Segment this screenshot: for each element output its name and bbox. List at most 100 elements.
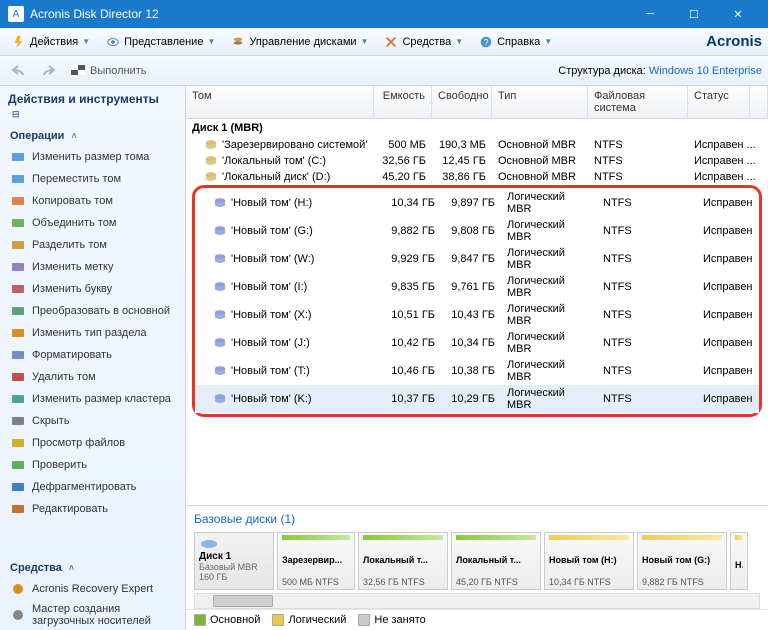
col-capacity[interactable]: Емкость <box>374 86 432 118</box>
sidebar-item-label: Изменить метку <box>32 261 113 273</box>
usage-bar <box>735 535 743 540</box>
volume-row[interactable]: 'Новый том' (W:)9,929 ГБ9,847 ГБЛогическ… <box>195 245 759 273</box>
redo-button[interactable] <box>35 59 61 83</box>
undo-icon <box>10 63 28 79</box>
sidebar-op-item[interactable]: Просмотр файлов <box>0 432 185 454</box>
sidebar-tool-item[interactable]: Acronis Recovery Expert <box>0 578 185 600</box>
col-type[interactable]: Тип <box>492 86 588 118</box>
sidebar-op-item[interactable]: Проверить <box>0 454 185 476</box>
close-button[interactable]: ✕ <box>716 0 760 28</box>
undo-button[interactable] <box>6 59 32 83</box>
volume-name: 'Новый том' (J:) <box>231 337 310 349</box>
disk-partition[interactable]: Новый том (H:)10,34 ГБ NTFS <box>544 532 634 590</box>
disk-partition[interactable]: Н... <box>730 532 748 590</box>
volume-status: Исправен <box>697 280 759 294</box>
volume-capacity: 45,20 ГБ <box>374 170 432 184</box>
op-icon <box>10 501 26 517</box>
disk-group[interactable]: Диск 1 (MBR) <box>186 119 768 137</box>
maximize-button[interactable]: ☐ <box>672 0 716 28</box>
volume-row[interactable]: 'Локальный том' (C:)32,56 ГБ12,45 ГБОсно… <box>186 153 768 169</box>
op-icon <box>10 325 26 341</box>
col-free[interactable]: Свободно <box>432 86 492 118</box>
sidebar-item-label: Проверить <box>32 459 87 471</box>
menubar: Действия▼ Представление▼ Управление диск… <box>0 28 768 56</box>
volume-row[interactable]: 'Новый том' (G:)9,882 ГБ9,808 ГБЛогическ… <box>195 217 759 245</box>
sidebar-op-item[interactable]: Преобразовать в основной <box>0 300 185 322</box>
volume-free: 10,34 ГБ <box>441 336 501 350</box>
menu-actions[interactable]: Действия▼ <box>6 33 96 51</box>
minimize-button[interactable]: ─ <box>628 0 672 28</box>
sidebar-item-label: Скрыть <box>32 415 70 427</box>
disk-partition[interactable]: Новый том (G:)9,882 ГБ NTFS <box>637 532 727 590</box>
sidebar-op-item[interactable]: Форматировать <box>0 344 185 366</box>
op-icon <box>10 149 26 165</box>
volume-row[interactable]: 'Новый том' (X:)10,51 ГБ10,43 ГБЛогическ… <box>195 301 759 329</box>
run-button[interactable]: Выполнить <box>64 59 152 83</box>
usage-bar <box>282 535 350 540</box>
sidebar-tool-item[interactable]: Мастер создания загрузочных носителей <box>0 600 185 630</box>
horizontal-scrollbar[interactable] <box>194 593 760 609</box>
eye-icon <box>106 35 120 49</box>
volume-capacity: 10,42 ГБ <box>383 336 441 350</box>
volume-capacity: 10,37 ГБ <box>383 392 441 406</box>
disk-summary[interactable]: Диск 1Базовый MBR160 ГБ <box>194 532 274 590</box>
volume-row[interactable]: 'Новый том' (H:)10,34 ГБ9,897 ГБЛогическ… <box>195 189 759 217</box>
sidebar-op-item[interactable]: Копировать том <box>0 190 185 212</box>
sidebar-op-item[interactable]: Переместить том <box>0 168 185 190</box>
sidebar-op-item[interactable]: Скрыть <box>0 410 185 432</box>
sidebar-op-item[interactable]: Изменить метку <box>0 256 185 278</box>
menu-label: Действия <box>30 36 78 48</box>
sidebar-op-item[interactable]: Изменить букву <box>0 278 185 300</box>
sidebar-op-item[interactable]: Дефрагментировать <box>0 476 185 498</box>
partition-name: Локальный т... <box>456 555 536 565</box>
volume-row[interactable]: 'Новый том' (I:)9,835 ГБ9,761 ГБЛогическ… <box>195 273 759 301</box>
volume-row[interactable]: 'Новый том' (J:)10,42 ГБ10,34 ГБЛогическ… <box>195 329 759 357</box>
menu-help[interactable]: ? Справка▼ <box>473 33 558 51</box>
volume-row[interactable]: 'Локальный диск' (D:)45,20 ГБ38,86 ГБОсн… <box>186 169 768 185</box>
menu-tools[interactable]: Средства▼ <box>378 33 469 51</box>
volume-name: 'Новый том' (G:) <box>231 225 313 237</box>
disk-partition[interactable]: Локальный т...45,20 ГБ NTFS <box>451 532 541 590</box>
sidebar-item-label: Объединить том <box>32 217 116 229</box>
sidebar-op-item[interactable]: Изменить размер кластера <box>0 388 185 410</box>
collapse-icon[interactable]: ⊟ <box>8 109 24 119</box>
sidebar-op-item[interactable]: Объединить том <box>0 212 185 234</box>
sidebar-op-item[interactable]: Изменить тип раздела <box>0 322 185 344</box>
col-volume[interactable]: Том <box>186 86 374 118</box>
basic-disks-panel: Базовые диски (1) Диск 1Базовый MBR160 Г… <box>186 505 768 609</box>
sidebar-op-item[interactable]: Удалить том <box>0 366 185 388</box>
col-filesystem[interactable]: Файловая система <box>588 86 688 118</box>
volume-free: 38,86 ГБ <box>432 170 492 184</box>
menu-view[interactable]: Представление▼ <box>100 33 221 51</box>
disk-partition[interactable]: Локальный т...32,56 ГБ NTFS <box>358 532 448 590</box>
volume-fs: NTFS <box>597 224 697 238</box>
sidebar-op-item[interactable]: Редактировать <box>0 498 185 520</box>
chevron-up-icon[interactable]: ˄ <box>65 563 78 573</box>
sidebar-item-label: Форматировать <box>32 349 112 361</box>
sidebar-item-label: Преобразовать в основной <box>32 305 170 317</box>
sidebar-item-label: Дефрагментировать <box>32 481 136 493</box>
content-area: Том Емкость Свободно Тип Файловая систем… <box>186 86 768 630</box>
col-status[interactable]: Статус <box>688 86 750 118</box>
volume-row[interactable]: 'Новый том' (K:)10,37 ГБ10,29 ГБЛогическ… <box>195 385 759 413</box>
partition-info: 9,882 ГБ NTFS <box>642 577 722 587</box>
op-icon <box>10 435 26 451</box>
sidebar-op-item[interactable]: Изменить размер тома <box>0 146 185 168</box>
sidebar-op-item[interactable]: Разделить том <box>0 234 185 256</box>
volume-row[interactable]: 'Новый том' (T:)10,46 ГБ10,38 ГБЛогическ… <box>195 357 759 385</box>
volume-fs: NTFS <box>597 336 697 350</box>
menu-diskmgmt[interactable]: Управление дисками▼ <box>225 33 374 51</box>
volume-free: 10,29 ГБ <box>441 392 501 406</box>
sidebar-item-label: Переместить том <box>32 173 121 185</box>
disk-structure-link[interactable]: Windows 10 Enterprise <box>649 65 762 77</box>
volume-type: Логический MBR <box>501 358 597 384</box>
volume-icon <box>213 225 227 237</box>
volume-fs: NTFS <box>597 196 697 210</box>
chevron-up-icon[interactable]: ˄ <box>68 131 81 141</box>
sidebar-item-label: Удалить том <box>32 371 96 383</box>
disk-partition[interactable]: Зарезервир...500 МБ NTFS <box>277 532 355 590</box>
col-spacer <box>750 86 768 118</box>
volume-capacity: 9,835 ГБ <box>383 280 441 294</box>
volume-row[interactable]: 'Зарезервировано системой'500 МБ190,3 МБ… <box>186 137 768 153</box>
volume-type: Логический MBR <box>501 218 597 244</box>
